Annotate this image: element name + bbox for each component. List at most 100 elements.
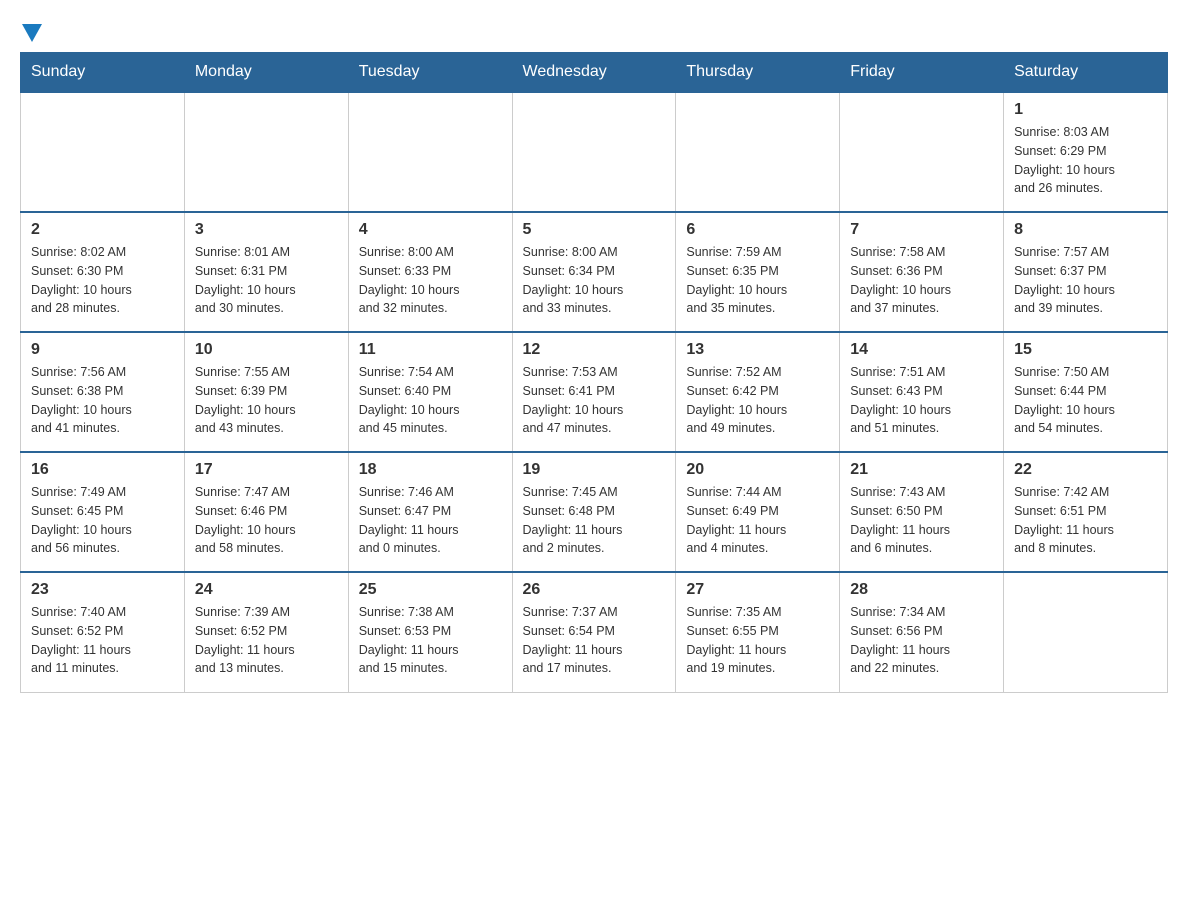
calendar-cell xyxy=(184,92,348,212)
day-info: Sunrise: 7:35 AMSunset: 6:55 PMDaylight:… xyxy=(686,603,829,678)
calendar-cell: 14 Sunrise: 7:51 AMSunset: 6:43 PMDayligh… xyxy=(840,332,1004,452)
calendar-cell: 5 Sunrise: 8:00 AMSunset: 6:34 PMDaylight… xyxy=(512,212,676,332)
day-info: Sunrise: 7:40 AMSunset: 6:52 PMDaylight:… xyxy=(31,603,174,678)
calendar-cell: 12 Sunrise: 7:53 AMSunset: 6:41 PMDayligh… xyxy=(512,332,676,452)
day-info: Sunrise: 7:50 AMSunset: 6:44 PMDaylight:… xyxy=(1014,363,1157,438)
logo xyxy=(20,20,42,42)
calendar-cell xyxy=(1004,572,1168,692)
weekday-header-friday: Friday xyxy=(840,53,1004,93)
day-info: Sunrise: 8:02 AMSunset: 6:30 PMDaylight:… xyxy=(31,243,174,318)
weekday-header-row: SundayMondayTuesdayWednesdayThursdayFrid… xyxy=(21,53,1168,93)
day-number: 13 xyxy=(686,341,829,359)
day-number: 6 xyxy=(686,221,829,239)
calendar-cell: 1 Sunrise: 8:03 AMSunset: 6:29 PMDaylight… xyxy=(1004,92,1168,212)
weekday-header-sunday: Sunday xyxy=(21,53,185,93)
calendar-cell: 21 Sunrise: 7:43 AMSunset: 6:50 PMDayligh… xyxy=(840,452,1004,572)
day-info: Sunrise: 7:53 AMSunset: 6:41 PMDaylight:… xyxy=(523,363,666,438)
calendar-cell: 28 Sunrise: 7:34 AMSunset: 6:56 PMDayligh… xyxy=(840,572,1004,692)
day-number: 14 xyxy=(850,341,993,359)
weekday-header-thursday: Thursday xyxy=(676,53,840,93)
calendar-cell: 27 Sunrise: 7:35 AMSunset: 6:55 PMDayligh… xyxy=(676,572,840,692)
day-number: 18 xyxy=(359,461,502,479)
day-number: 24 xyxy=(195,581,338,599)
day-number: 3 xyxy=(195,221,338,239)
calendar-cell: 8 Sunrise: 7:57 AMSunset: 6:37 PMDaylight… xyxy=(1004,212,1168,332)
day-info: Sunrise: 7:38 AMSunset: 6:53 PMDaylight:… xyxy=(359,603,502,678)
day-info: Sunrise: 7:42 AMSunset: 6:51 PMDaylight:… xyxy=(1014,483,1157,558)
day-number: 28 xyxy=(850,581,993,599)
day-number: 2 xyxy=(31,221,174,239)
calendar-cell: 20Sunrise: 7:44 AMSunset: 6:49 PMDayligh… xyxy=(676,452,840,572)
day-number: 17 xyxy=(195,461,338,479)
day-info: Sunrise: 7:49 AMSunset: 6:45 PMDaylight:… xyxy=(31,483,174,558)
calendar-week-2: 2 Sunrise: 8:02 AMSunset: 6:30 PMDaylight… xyxy=(21,212,1168,332)
weekday-header-monday: Monday xyxy=(184,53,348,93)
day-number: 9 xyxy=(31,341,174,359)
day-number: 19 xyxy=(523,461,666,479)
day-info: Sunrise: 7:54 AMSunset: 6:40 PMDaylight:… xyxy=(359,363,502,438)
calendar-cell xyxy=(676,92,840,212)
day-info: Sunrise: 7:55 AMSunset: 6:39 PMDaylight:… xyxy=(195,363,338,438)
calendar-cell: 9Sunrise: 7:56 AMSunset: 6:38 PMDaylight… xyxy=(21,332,185,452)
day-number: 21 xyxy=(850,461,993,479)
day-number: 15 xyxy=(1014,341,1157,359)
calendar-week-3: 9Sunrise: 7:56 AMSunset: 6:38 PMDaylight… xyxy=(21,332,1168,452)
logo-triangle-icon xyxy=(22,24,42,42)
day-number: 7 xyxy=(850,221,993,239)
calendar-week-5: 23 Sunrise: 7:40 AMSunset: 6:52 PMDayligh… xyxy=(21,572,1168,692)
day-number: 1 xyxy=(1014,101,1157,119)
calendar-cell: 13 Sunrise: 7:52 AMSunset: 6:42 PMDayligh… xyxy=(676,332,840,452)
calendar-cell: 11 Sunrise: 7:54 AMSunset: 6:40 PMDayligh… xyxy=(348,332,512,452)
day-info: Sunrise: 7:52 AMSunset: 6:42 PMDaylight:… xyxy=(686,363,829,438)
day-info: Sunrise: 7:45 AMSunset: 6:48 PMDaylight:… xyxy=(523,483,666,558)
day-info: Sunrise: 8:00 AMSunset: 6:34 PMDaylight:… xyxy=(523,243,666,318)
day-info: Sunrise: 7:43 AMSunset: 6:50 PMDaylight:… xyxy=(850,483,993,558)
day-number: 22 xyxy=(1014,461,1157,479)
calendar-week-4: 16 Sunrise: 7:49 AMSunset: 6:45 PMDayligh… xyxy=(21,452,1168,572)
day-info: Sunrise: 7:46 AMSunset: 6:47 PMDaylight:… xyxy=(359,483,502,558)
day-info: Sunrise: 8:01 AMSunset: 6:31 PMDaylight:… xyxy=(195,243,338,318)
calendar-cell: 2 Sunrise: 8:02 AMSunset: 6:30 PMDaylight… xyxy=(21,212,185,332)
day-number: 10 xyxy=(195,341,338,359)
day-number: 20 xyxy=(686,461,829,479)
calendar-week-1: 1 Sunrise: 8:03 AMSunset: 6:29 PMDaylight… xyxy=(21,92,1168,212)
day-number: 11 xyxy=(359,341,502,359)
day-info: Sunrise: 7:34 AMSunset: 6:56 PMDaylight:… xyxy=(850,603,993,678)
day-number: 16 xyxy=(31,461,174,479)
calendar-cell: 7 Sunrise: 7:58 AMSunset: 6:36 PMDaylight… xyxy=(840,212,1004,332)
day-number: 27 xyxy=(686,581,829,599)
calendar-table: SundayMondayTuesdayWednesdayThursdayFrid… xyxy=(20,52,1168,693)
calendar-cell: 15 Sunrise: 7:50 AMSunset: 6:44 PMDayligh… xyxy=(1004,332,1168,452)
day-info: Sunrise: 7:58 AMSunset: 6:36 PMDaylight:… xyxy=(850,243,993,318)
calendar-cell: 24 Sunrise: 7:39 AMSunset: 6:52 PMDayligh… xyxy=(184,572,348,692)
calendar-cell xyxy=(512,92,676,212)
calendar-cell: 16 Sunrise: 7:49 AMSunset: 6:45 PMDayligh… xyxy=(21,452,185,572)
calendar-cell: 25Sunrise: 7:38 AMSunset: 6:53 PMDayligh… xyxy=(348,572,512,692)
day-info: Sunrise: 7:37 AMSunset: 6:54 PMDaylight:… xyxy=(523,603,666,678)
day-info: Sunrise: 7:47 AMSunset: 6:46 PMDaylight:… xyxy=(195,483,338,558)
weekday-header-wednesday: Wednesday xyxy=(512,53,676,93)
calendar-cell: 3 Sunrise: 8:01 AMSunset: 6:31 PMDaylight… xyxy=(184,212,348,332)
day-info: Sunrise: 7:59 AMSunset: 6:35 PMDaylight:… xyxy=(686,243,829,318)
calendar-cell: 6 Sunrise: 7:59 AMSunset: 6:35 PMDaylight… xyxy=(676,212,840,332)
day-info: Sunrise: 7:57 AMSunset: 6:37 PMDaylight:… xyxy=(1014,243,1157,318)
calendar-cell: 23 Sunrise: 7:40 AMSunset: 6:52 PMDayligh… xyxy=(21,572,185,692)
day-number: 26 xyxy=(523,581,666,599)
day-number: 23 xyxy=(31,581,174,599)
calendar-cell xyxy=(840,92,1004,212)
day-number: 12 xyxy=(523,341,666,359)
day-number: 5 xyxy=(523,221,666,239)
calendar-cell: 18 Sunrise: 7:46 AMSunset: 6:47 PMDayligh… xyxy=(348,452,512,572)
calendar-cell xyxy=(21,92,185,212)
day-number: 8 xyxy=(1014,221,1157,239)
day-info: Sunrise: 8:00 AMSunset: 6:33 PMDaylight:… xyxy=(359,243,502,318)
day-info: Sunrise: 8:03 AMSunset: 6:29 PMDaylight:… xyxy=(1014,123,1157,198)
calendar-cell: 17 Sunrise: 7:47 AMSunset: 6:46 PMDayligh… xyxy=(184,452,348,572)
calendar-cell: 4 Sunrise: 8:00 AMSunset: 6:33 PMDaylight… xyxy=(348,212,512,332)
day-info: Sunrise: 7:51 AMSunset: 6:43 PMDaylight:… xyxy=(850,363,993,438)
day-number: 4 xyxy=(359,221,502,239)
calendar-cell: 22 Sunrise: 7:42 AMSunset: 6:51 PMDayligh… xyxy=(1004,452,1168,572)
calendar-cell: 26 Sunrise: 7:37 AMSunset: 6:54 PMDayligh… xyxy=(512,572,676,692)
page-header xyxy=(20,20,1168,42)
day-info: Sunrise: 7:39 AMSunset: 6:52 PMDaylight:… xyxy=(195,603,338,678)
